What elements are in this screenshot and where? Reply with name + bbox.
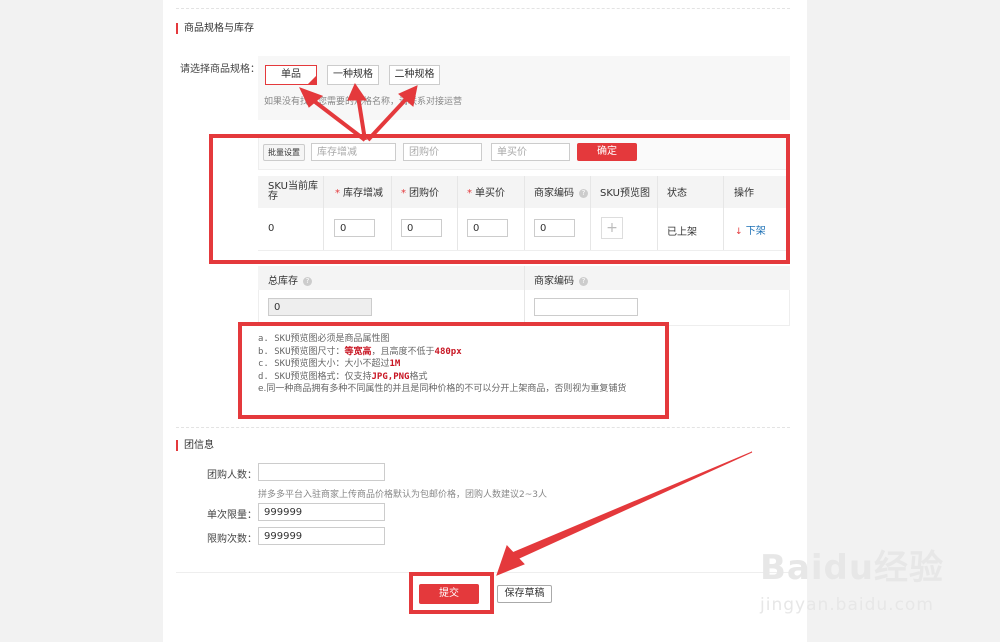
watermark-brand: Baidu经验 bbox=[760, 548, 945, 588]
arrow-to-two bbox=[366, 95, 410, 142]
arrow-to-submit bbox=[511, 451, 753, 561]
watermark-url: jingyan.baidu.com bbox=[760, 595, 934, 615]
arrow-head bbox=[347, 82, 367, 101]
arrow-to-single bbox=[308, 96, 367, 142]
watermark: Baidu经验 jingyan.baidu.com bbox=[760, 540, 944, 615]
